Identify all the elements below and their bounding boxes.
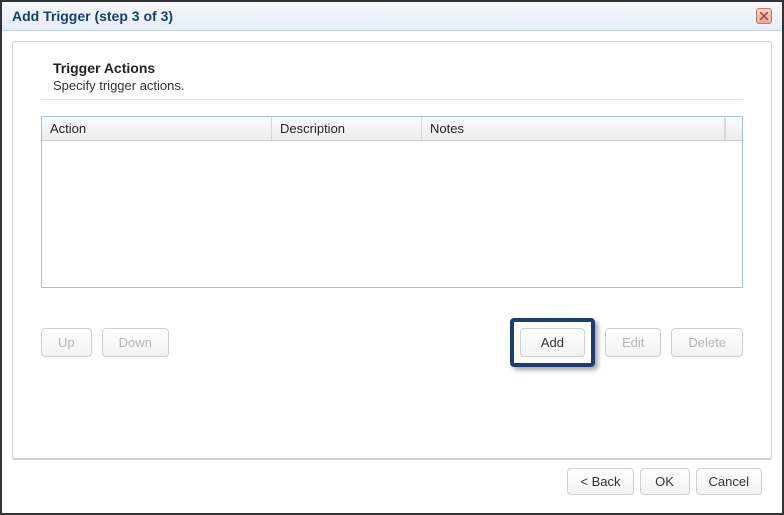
column-header-notes[interactable]: Notes [422,117,725,140]
column-header-action[interactable]: Action [42,117,272,140]
add-button-highlight: Add [510,318,595,367]
column-header-spacer [725,117,742,140]
section-subtitle: Specify trigger actions. [53,78,743,93]
actions-table: Action Description Notes [41,116,743,288]
dialog-title: Add Trigger (step 3 of 3) [12,8,173,24]
dialog-body: Trigger Actions Specify trigger actions.… [2,31,782,513]
table-header: Action Description Notes [42,117,742,141]
back-button[interactable]: < Back [567,468,633,495]
add-button[interactable]: Add [520,328,585,357]
section-header: Trigger Actions Specify trigger actions. [41,60,743,100]
delete-button[interactable]: Delete [671,328,743,357]
ok-button[interactable]: OK [640,468,690,495]
table-body-empty[interactable] [42,141,742,287]
content-panel: Trigger Actions Specify trigger actions.… [12,41,772,459]
dialog-footer: < Back OK Cancel [12,459,772,503]
section-title: Trigger Actions [53,60,743,76]
up-button[interactable]: Up [41,328,92,357]
close-icon[interactable] [756,8,772,24]
down-button[interactable]: Down [102,328,169,357]
edit-button[interactable]: Edit [605,328,661,357]
title-bar: Add Trigger (step 3 of 3) [2,2,782,31]
table-buttons: Up Down Add Edit Delete [41,318,743,367]
column-header-description[interactable]: Description [272,117,422,140]
cancel-button[interactable]: Cancel [696,468,762,495]
add-trigger-dialog: Add Trigger (step 3 of 3) Trigger Action… [2,2,782,513]
